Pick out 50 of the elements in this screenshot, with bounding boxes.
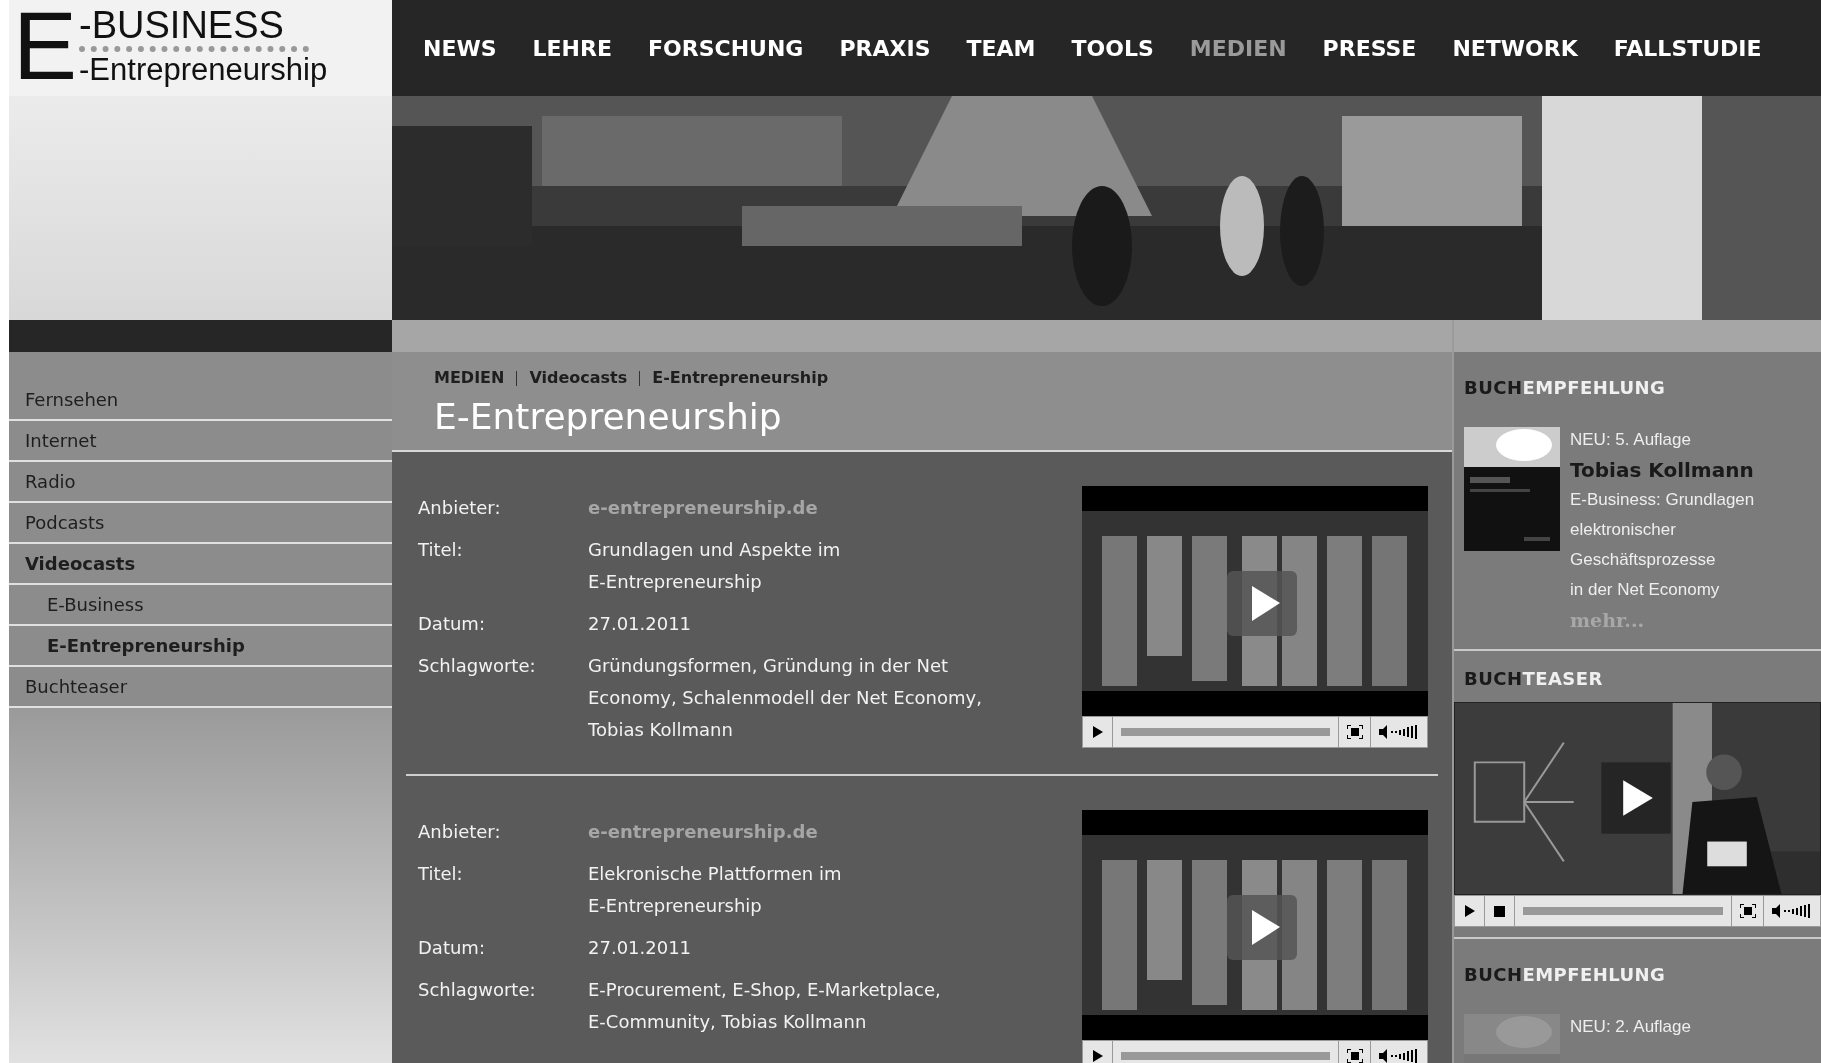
logo-title: -BUSINESS (79, 6, 285, 44)
provider-link[interactable]: e-entrepreneurship.de (588, 816, 818, 848)
nav-link[interactable]: FORSCHUNG (648, 31, 804, 65)
breadcrumb-link[interactable]: MEDIEN (434, 366, 505, 390)
field-label: Schlagworte: (418, 654, 537, 678)
volume-icon (1772, 904, 1812, 918)
field-value: Grundlagen und Aspekte im E-Entrepreneurship (588, 538, 841, 594)
nav-link[interactable]: TOOLS (1071, 31, 1154, 65)
nav-link[interactable]: PRAXIS (839, 31, 931, 65)
page-title: E-Entrepreneurship (434, 395, 783, 439)
fullscreen-icon (1346, 725, 1363, 739)
stop-icon (1494, 905, 1505, 917)
field-value: Gründungsformen, Gründung in der Net Economy, Schalenmodell der Net Economy, Tobias Kollmann (588, 654, 982, 742)
nav-link[interactable]: MEDIEN (1189, 31, 1287, 65)
field-label: Schlagworte: (418, 978, 537, 1002)
field-label: Titel: (418, 862, 464, 886)
nav-link[interactable]: FALLSTUDIE (1613, 31, 1762, 65)
field-label: Datum: (418, 936, 486, 960)
volume-icon (1379, 1049, 1419, 1063)
logo-letter: E (13, 6, 78, 86)
field-label: Anbieter: (418, 496, 502, 520)
logo-subtitle: -Entrepreneurship (79, 52, 328, 88)
field-value: Elekronische Plattformen im E-Entrepreneurship (588, 862, 842, 918)
field-label: Datum: (418, 612, 486, 636)
play-icon (1092, 1050, 1103, 1062)
edition-label: NEU: 5. Auflage (1570, 429, 1692, 451)
field-value: E-Procurement, E-Shop, E-Marketplace, E-Community, Tobias Kollmann (588, 978, 941, 1034)
book-title: E-Business: Grundlagen elektronischer Geschäftsprozesse in der Net Economy (1570, 489, 1755, 601)
nav-link[interactable]: TEAM (966, 31, 1036, 65)
play-icon (1464, 905, 1475, 917)
section-heading: BUCHEMPFEHLUNG (1464, 376, 1667, 400)
play-icon (1092, 726, 1103, 738)
field-value: 27.01.2011 (588, 612, 692, 636)
breadcrumb-link[interactable]: E-Entrepreneurship (652, 366, 829, 390)
section-heading: BUCHTEASER (1464, 667, 1604, 691)
field-label: Anbieter: (418, 820, 502, 844)
nav-link[interactable]: LEHRE (532, 31, 612, 65)
edition-label: NEU: 2. Auflage (1570, 1016, 1691, 1038)
nav-link[interactable]: NETWORK (1452, 31, 1578, 65)
author-name: Tobias Kollmann (1570, 457, 1755, 484)
field-label: Titel: (418, 538, 464, 562)
volume-icon (1379, 725, 1419, 739)
field-value: 27.01.2011 (588, 936, 692, 960)
fullscreen-icon (1739, 904, 1756, 918)
breadcrumb-link[interactable]: Videocasts (529, 366, 628, 390)
provider-link[interactable]: e-entrepreneurship.de (588, 492, 818, 524)
section-heading: BUCHEMPFEHLUNG (1464, 963, 1667, 987)
nav-link[interactable]: PRESSE (1322, 31, 1417, 65)
fullscreen-icon (1346, 1049, 1363, 1063)
nav-link[interactable]: NEWS (423, 31, 497, 65)
